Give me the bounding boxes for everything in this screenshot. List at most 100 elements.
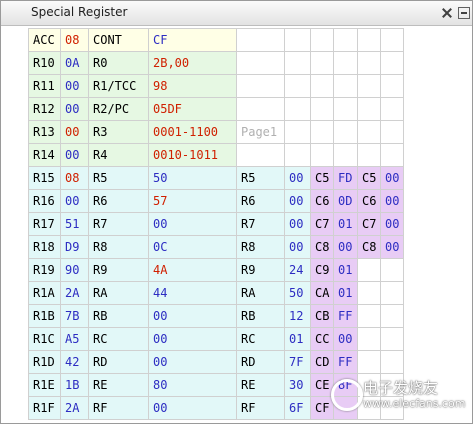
register-name[interactable]: R1E bbox=[28, 373, 61, 397]
register-name[interactable]: R1/TCC bbox=[88, 74, 149, 98]
register-name[interactable]: CF bbox=[310, 396, 334, 420]
register-name[interactable]: R2/PC bbox=[88, 97, 149, 121]
register-name[interactable]: R4 bbox=[88, 143, 149, 167]
register-name[interactable]: R0 bbox=[88, 51, 149, 75]
register-name[interactable] bbox=[310, 143, 334, 167]
register-name[interactable]: RD bbox=[88, 350, 149, 374]
minimize-icon[interactable] bbox=[458, 7, 470, 19]
register-value[interactable]: 98 bbox=[148, 74, 237, 98]
register-value[interactable]: 00 bbox=[148, 350, 237, 374]
register-name[interactable]: RA bbox=[88, 281, 149, 305]
register-name[interactable]: C8 bbox=[310, 235, 334, 259]
register-name[interactable]: R5 bbox=[236, 166, 285, 190]
register-value[interactable]: 00 bbox=[60, 74, 89, 98]
register-name[interactable]: R3 bbox=[88, 120, 149, 144]
register-name[interactable]: CE bbox=[310, 373, 334, 397]
register-value[interactable] bbox=[380, 327, 404, 351]
register-value[interactable]: 00 bbox=[284, 235, 311, 259]
register-name[interactable]: R6 bbox=[236, 189, 285, 213]
register-name[interactable]: RF bbox=[88, 396, 149, 420]
register-name[interactable] bbox=[357, 258, 381, 282]
register-name[interactable] bbox=[236, 97, 285, 121]
register-name[interactable]: C7 bbox=[310, 212, 334, 236]
register-value[interactable]: 01 bbox=[333, 258, 358, 282]
register-value[interactable] bbox=[380, 350, 404, 374]
register-value[interactable]: 0A bbox=[60, 51, 89, 75]
register-name[interactable]: R12 bbox=[28, 97, 61, 121]
register-name[interactable] bbox=[357, 74, 381, 98]
register-name[interactable]: CONT bbox=[88, 28, 149, 52]
register-value[interactable] bbox=[380, 28, 404, 52]
register-value[interactable] bbox=[380, 258, 404, 282]
register-name[interactable] bbox=[236, 28, 285, 52]
register-name[interactable]: C8 bbox=[357, 235, 381, 259]
register-value[interactable]: FD bbox=[333, 166, 358, 190]
register-value[interactable] bbox=[284, 120, 311, 144]
register-value[interactable]: 00 bbox=[60, 143, 89, 167]
register-value[interactable]: 0010-1011 bbox=[148, 143, 237, 167]
register-value[interactable]: 7B bbox=[60, 304, 89, 328]
register-value[interactable]: 00 bbox=[333, 327, 358, 351]
register-value[interactable] bbox=[380, 74, 404, 98]
register-value[interactable] bbox=[284, 97, 311, 121]
register-value[interactable]: 00 bbox=[148, 304, 237, 328]
register-name[interactable]: C5 bbox=[310, 166, 334, 190]
register-value[interactable]: 08 bbox=[60, 166, 89, 190]
register-name[interactable]: R19 bbox=[28, 258, 61, 282]
register-value[interactable]: 08 bbox=[60, 28, 89, 52]
register-value[interactable]: 51 bbox=[60, 212, 89, 236]
register-value[interactable]: 2A bbox=[60, 396, 89, 420]
register-name[interactable] bbox=[357, 396, 381, 420]
register-name[interactable] bbox=[357, 120, 381, 144]
register-name[interactable]: RB bbox=[236, 304, 285, 328]
register-value[interactable]: 00 bbox=[380, 166, 404, 190]
register-value[interactable]: 00 bbox=[284, 166, 311, 190]
register-name[interactable]: CA bbox=[310, 281, 334, 305]
register-value[interactable] bbox=[380, 120, 404, 144]
register-name[interactable]: R1F bbox=[28, 396, 61, 420]
register-value[interactable]: 01 bbox=[284, 327, 311, 351]
register-value[interactable] bbox=[284, 28, 311, 52]
register-value[interactable] bbox=[380, 143, 404, 167]
register-value[interactable]: 00 bbox=[60, 120, 89, 144]
register-name[interactable]: C6 bbox=[357, 189, 381, 213]
register-value[interactable]: 50 bbox=[148, 166, 237, 190]
register-value[interactable]: 05DF bbox=[148, 97, 237, 121]
register-name[interactable]: R17 bbox=[28, 212, 61, 236]
register-value[interactable]: FF bbox=[333, 304, 358, 328]
register-value[interactable] bbox=[380, 373, 404, 397]
register-value[interactable]: 44 bbox=[148, 281, 237, 305]
register-name[interactable]: R1D bbox=[28, 350, 61, 374]
register-value[interactable]: 50 bbox=[284, 281, 311, 305]
register-value[interactable]: 01 bbox=[333, 212, 358, 236]
register-name[interactable]: CD bbox=[310, 350, 334, 374]
register-name[interactable] bbox=[357, 143, 381, 167]
register-name[interactable] bbox=[236, 51, 285, 75]
register-value[interactable] bbox=[380, 51, 404, 75]
register-value[interactable] bbox=[333, 51, 358, 75]
register-name[interactable]: RC bbox=[88, 327, 149, 351]
close-icon[interactable] bbox=[441, 7, 453, 19]
register-value[interactable]: 00 bbox=[60, 97, 89, 121]
register-name[interactable]: R5 bbox=[88, 166, 149, 190]
register-name[interactable] bbox=[310, 97, 334, 121]
register-value[interactable]: 30 bbox=[284, 373, 311, 397]
register-value[interactable] bbox=[380, 304, 404, 328]
register-name[interactable]: Page1 bbox=[236, 120, 285, 144]
register-name[interactable]: R10 bbox=[28, 51, 61, 75]
register-name[interactable] bbox=[357, 350, 381, 374]
register-name[interactable]: R9 bbox=[88, 258, 149, 282]
register-value[interactable]: 00 bbox=[148, 396, 237, 420]
register-name[interactable]: RC bbox=[236, 327, 285, 351]
register-name[interactable]: C9 bbox=[310, 258, 334, 282]
register-name[interactable]: R18 bbox=[28, 235, 61, 259]
register-value[interactable] bbox=[380, 396, 404, 420]
register-name[interactable]: RD bbox=[236, 350, 285, 374]
register-value[interactable]: 12 bbox=[284, 304, 311, 328]
register-value[interactable]: 0001-1100 bbox=[148, 120, 237, 144]
register-value[interactable]: 00 bbox=[284, 212, 311, 236]
register-value[interactable]: 00 bbox=[333, 235, 358, 259]
register-name[interactable] bbox=[357, 28, 381, 52]
register-name[interactable]: R15 bbox=[28, 166, 61, 190]
register-name[interactable]: R7 bbox=[88, 212, 149, 236]
